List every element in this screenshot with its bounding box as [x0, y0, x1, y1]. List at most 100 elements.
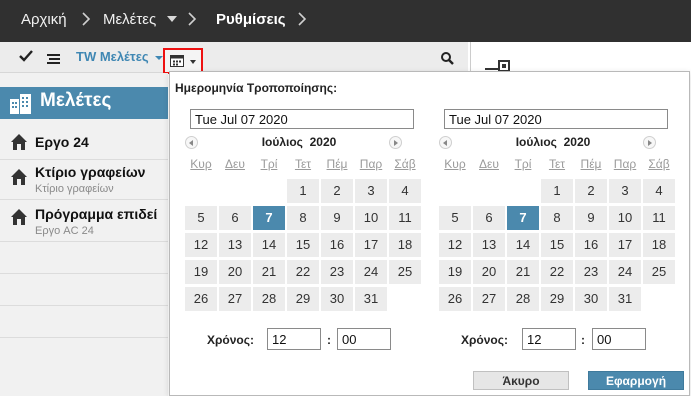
calendar-day[interactable]: 18	[389, 233, 421, 257]
end-date-input[interactable]	[444, 109, 668, 129]
start-minute-input[interactable]	[337, 328, 391, 350]
calendar-day[interactable]: 14	[507, 233, 539, 257]
calendar-day[interactable]: 6	[473, 206, 505, 230]
calendar-day[interactable]: 28	[253, 287, 285, 311]
calendar-day[interactable]: 31	[355, 287, 387, 311]
chevron-down-icon[interactable]	[167, 16, 177, 22]
next-month-icon[interactable]	[389, 136, 402, 149]
calendar-day[interactable]: 31	[609, 287, 641, 311]
calendar-day[interactable]: 1	[287, 179, 319, 203]
calendar-day[interactable]: 13	[219, 233, 251, 257]
calendar-day[interactable]: 29	[287, 287, 319, 311]
calendar-day[interactable]: 23	[575, 260, 607, 284]
calendar-day[interactable]: 3	[355, 179, 387, 203]
calendar-day[interactable]: 5	[439, 206, 471, 230]
breadcrumb-home[interactable]: Αρχική	[21, 11, 67, 28]
calendar-day[interactable]: 19	[439, 260, 471, 284]
calendar-day[interactable]: 28	[507, 287, 539, 311]
calendar-day[interactable]: 11	[389, 206, 421, 230]
calendar-day[interactable]: 10	[609, 206, 641, 230]
calendar-day[interactable]: 11	[643, 206, 675, 230]
toolbar: TW Μελέτες	[0, 42, 468, 73]
weekday-header: Σάβ	[648, 157, 670, 171]
calendar-day[interactable]: 21	[253, 260, 285, 284]
search-icon[interactable]	[441, 52, 454, 68]
calendar-day-selected[interactable]: 7	[507, 206, 539, 230]
calendar-header: Ιούλιος 2020	[179, 132, 419, 152]
calendar-day[interactable]: 6	[219, 206, 251, 230]
time-separator: :	[581, 333, 585, 347]
calendar-day[interactable]: 16	[321, 233, 353, 257]
calendar-day[interactable]: 2	[575, 179, 607, 203]
next-month-icon[interactable]	[643, 136, 656, 149]
house-icon	[10, 168, 28, 189]
end-minute-input[interactable]	[592, 328, 646, 350]
calendar-day[interactable]: 24	[355, 260, 387, 284]
calendar-day[interactable]: 9	[575, 206, 607, 230]
sidebar-item-project[interactable]: Κτίριο γραφείων Κτίριο γραφείων	[0, 161, 168, 200]
project-selector[interactable]: TW Μελέτες	[76, 49, 149, 64]
calendar-day[interactable]: 12	[439, 233, 471, 257]
apply-button[interactable]: Εφαρμογή	[588, 371, 684, 390]
calendar-day[interactable]: 22	[287, 260, 319, 284]
calendar-day[interactable]: 15	[541, 233, 573, 257]
calendar-day[interactable]: 25	[643, 260, 675, 284]
sidebar-empty-row	[0, 243, 168, 274]
calendar-day[interactable]: 20	[473, 260, 505, 284]
calendar-day[interactable]: 3	[609, 179, 641, 203]
calendar-day[interactable]: 14	[253, 233, 285, 257]
calendar-day[interactable]: 2	[321, 179, 353, 203]
calendar-day[interactable]: 29	[541, 287, 573, 311]
sidebar-item-project[interactable]: Εργο 24	[0, 127, 168, 160]
start-date-input[interactable]	[190, 109, 414, 129]
calendar-day[interactable]: 13	[473, 233, 505, 257]
breadcrumb-settings[interactable]: Ρυθμίσεις	[216, 11, 286, 28]
calendar-day[interactable]: 18	[643, 233, 675, 257]
calendar-day[interactable]: 17	[355, 233, 387, 257]
calendar-day[interactable]: 1	[541, 179, 573, 203]
breadcrumb-studies[interactable]: Μελέτες	[103, 11, 156, 28]
calendar-day[interactable]: 26	[439, 287, 471, 311]
calendar-day-selected[interactable]: 7	[253, 206, 285, 230]
end-hour-input[interactable]	[522, 328, 576, 350]
calendar-day[interactable]: 23	[321, 260, 353, 284]
calendar-day[interactable]: 20	[219, 260, 251, 284]
right-toolbar-area	[470, 42, 691, 72]
calendar-day[interactable]: 5	[185, 206, 217, 230]
calendar-day[interactable]: 30	[575, 287, 607, 311]
calendar-day[interactable]: 9	[321, 206, 353, 230]
calendar-day[interactable]: 15	[287, 233, 319, 257]
date-range-popup: Ημερομηνία Τροποποίησης: Ιούλιος 2020 Κυ…	[169, 71, 690, 396]
calendar-day[interactable]: 30	[321, 287, 353, 311]
calendar-day[interactable]: 19	[185, 260, 217, 284]
chevron-down-icon	[190, 60, 196, 64]
sidebar-item-label: Κτίριο γραφείων	[35, 164, 146, 180]
calendar-day[interactable]: 27	[219, 287, 251, 311]
calendar-day[interactable]: 21	[507, 260, 539, 284]
calendar-day[interactable]: 12	[185, 233, 217, 257]
calendar-day[interactable]: 8	[541, 206, 573, 230]
weekday-header: Τρί	[260, 157, 278, 171]
calendar-day[interactable]: 22	[541, 260, 573, 284]
cancel-button[interactable]: Άκυρο	[473, 371, 569, 390]
calendar-month-label: Ιούλιος 2020	[515, 135, 591, 149]
calendar-day[interactable]: 4	[643, 179, 675, 203]
sidebar-empty-row	[0, 275, 168, 306]
time-separator: :	[327, 333, 331, 347]
weekday-header: Πέμ	[580, 157, 602, 171]
calendar-day[interactable]: 26	[185, 287, 217, 311]
calendar-day[interactable]: 24	[609, 260, 641, 284]
sidebar-item-project[interactable]: Πρόγραμμα επιδεί Εργο AC 24	[0, 201, 168, 242]
calendar-day[interactable]: 4	[389, 179, 421, 203]
house-icon	[10, 208, 28, 229]
calendar-day[interactable]: 27	[473, 287, 505, 311]
chevron-down-icon[interactable]	[155, 56, 163, 60]
calendar-day[interactable]: 16	[575, 233, 607, 257]
calendar-day[interactable]: 25	[389, 260, 421, 284]
checkmark-icon[interactable]	[19, 50, 33, 65]
calendar-day[interactable]: 17	[609, 233, 641, 257]
calendar-day[interactable]: 8	[287, 206, 319, 230]
start-hour-input[interactable]	[267, 328, 321, 350]
calendar-day[interactable]: 10	[355, 206, 387, 230]
list-menu-icon[interactable]	[47, 52, 61, 67]
